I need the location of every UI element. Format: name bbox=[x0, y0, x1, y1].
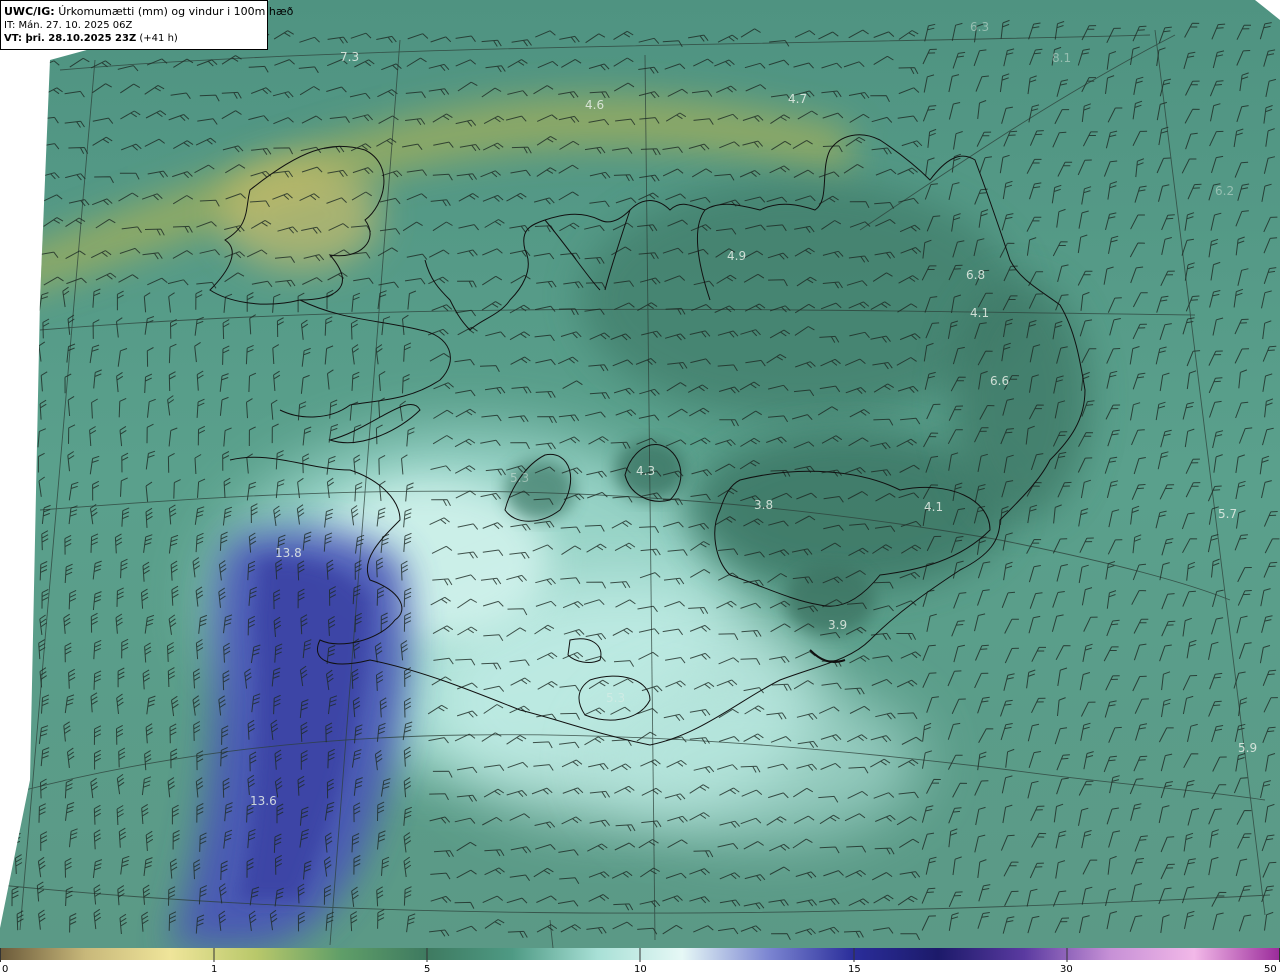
value-label: 5.3 bbox=[510, 471, 529, 485]
wind-barb bbox=[14, 372, 22, 393]
value-label: 4.3 bbox=[636, 464, 655, 478]
wind-barb bbox=[12, 723, 20, 744]
scale-tick-label: 50 bbox=[1264, 964, 1277, 975]
forecast-map: 7.3 4.6 4.7 8.1 6.3 4.2 6.2 4.9 6.8 4.1 6.6 4.3 5.3 3… bbox=[0, 0, 1280, 978]
value-label: 4.2 bbox=[22, 268, 41, 282]
value-label: 4.1 bbox=[924, 500, 943, 514]
scale-tick-label: 5 bbox=[424, 964, 431, 975]
wind-barb bbox=[14, 640, 23, 660]
wind-barb bbox=[13, 281, 34, 288]
value-label: 6.8 bbox=[966, 268, 985, 282]
wind-barb bbox=[12, 454, 20, 475]
scale-tick-label: 15 bbox=[848, 964, 861, 975]
wind-barb bbox=[11, 747, 20, 768]
value-label: 4.7 bbox=[788, 92, 807, 106]
wind-barb bbox=[12, 88, 34, 95]
map-legend: UWC/IG: Úrkomumætti (mm) og vindur i 100… bbox=[0, 0, 293, 50]
legend-title: UWC/IG: Úrkomumætti (mm) og vindur i 100… bbox=[4, 5, 293, 19]
value-label: 3.9 bbox=[828, 618, 847, 632]
precip-field: 7.3 4.6 4.7 8.1 6.3 4.2 6.2 4.9 6.8 4.1 6.6 4.3 5.3 3… bbox=[0, 0, 1280, 948]
wind-barb bbox=[13, 670, 22, 690]
wind-barb bbox=[14, 191, 35, 202]
wind-barb bbox=[15, 224, 37, 232]
value-label: 4.1 bbox=[970, 306, 989, 320]
scale-tick-label: 10 bbox=[634, 964, 647, 975]
scale-tick-label: 30 bbox=[1060, 964, 1073, 975]
wind-barb bbox=[12, 166, 34, 174]
wind-barb bbox=[14, 346, 21, 367]
value-label: 13.6 bbox=[250, 794, 277, 808]
field-name: Úrkomumætti (mm) og vindur i 100m hæð bbox=[58, 5, 294, 18]
wind-barb bbox=[16, 139, 37, 150]
wind-barb bbox=[15, 61, 37, 68]
wind-barb bbox=[12, 613, 21, 634]
valid-time: VT: þri. 28.10.2025 23Z (+41 h) bbox=[4, 32, 267, 45]
wind-barb bbox=[13, 560, 22, 582]
value-label: 6.2 bbox=[1215, 184, 1234, 198]
wind-barb bbox=[10, 697, 18, 718]
wind-barb bbox=[15, 254, 37, 262]
wind-barb bbox=[13, 426, 21, 447]
value-label: 5.9 bbox=[1238, 741, 1257, 755]
lead-time: (+41 h) bbox=[139, 33, 178, 44]
wind-barb bbox=[15, 507, 23, 527]
wind-barb bbox=[11, 534, 19, 556]
value-label: 13.8 bbox=[275, 546, 302, 560]
wind-barb bbox=[12, 584, 21, 606]
wind-barb bbox=[13, 317, 22, 337]
value-label: 4.6 bbox=[585, 98, 604, 112]
value-label: 8.1 bbox=[1052, 51, 1071, 65]
precipitation-wind-map: 7.3 4.6 4.7 8.1 6.3 4.2 6.2 4.9 6.8 4.1 6.6 4.3 5.3 3… bbox=[0, 0, 1280, 962]
scale-tick-label: 0 bbox=[2, 964, 9, 975]
wind-barb bbox=[12, 803, 22, 822]
value-label: 6.6 bbox=[990, 374, 1009, 388]
scale-tick-label: 1 bbox=[211, 964, 218, 975]
valid-time-value: VT: þri. 28.10.2025 23Z bbox=[4, 33, 137, 44]
value-label: 5.3 bbox=[606, 691, 625, 705]
wind-barb bbox=[16, 116, 38, 124]
model-name: UWC/IG: bbox=[4, 5, 55, 18]
wind-barb bbox=[16, 397, 24, 418]
value-label: 7.3 bbox=[340, 50, 359, 64]
value-label: 5.7 bbox=[1218, 507, 1237, 521]
value-label: 4.9 bbox=[727, 249, 746, 263]
initial-time: IT: Mán. 27. 10. 2025 06Z bbox=[4, 20, 133, 31]
wind-barb bbox=[15, 291, 24, 312]
wind-barb bbox=[16, 776, 26, 796]
value-label: 3.8 bbox=[754, 498, 773, 512]
wind-barb bbox=[11, 477, 21, 497]
value-label: 6.3 bbox=[970, 20, 989, 34]
